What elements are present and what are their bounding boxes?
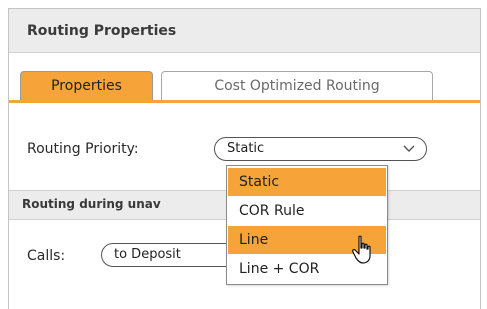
dropdown-option-static[interactable]: Static (228, 168, 386, 196)
panel-header: Routing Properties (9, 9, 480, 53)
section-title: Routing during unav (22, 197, 161, 211)
routing-priority-value: Static (227, 141, 265, 156)
calls-value: to Deposit (114, 247, 181, 262)
dropdown-option-cor-rule[interactable]: COR Rule (228, 197, 386, 225)
tab-underline (9, 100, 480, 103)
routing-priority-select[interactable]: Static (214, 137, 427, 161)
tab-properties[interactable]: Properties (20, 71, 153, 101)
chevron-down-icon (403, 145, 415, 152)
routing-priority-dropdown: Static COR Rule Line Line + COR (226, 165, 388, 285)
tab-cost-optimized-routing[interactable]: Cost Optimized Routing (161, 71, 433, 101)
routing-properties-panel: Routing Properties Properties Cost Optim… (8, 8, 481, 309)
tab-strip: Properties Cost Optimized Routing (9, 53, 480, 111)
calls-label: Calls: (27, 248, 66, 264)
panel-title: Routing Properties (27, 23, 177, 39)
routing-priority-label: Routing Priority: (27, 141, 139, 157)
mouse-pointer-icon (352, 235, 371, 264)
